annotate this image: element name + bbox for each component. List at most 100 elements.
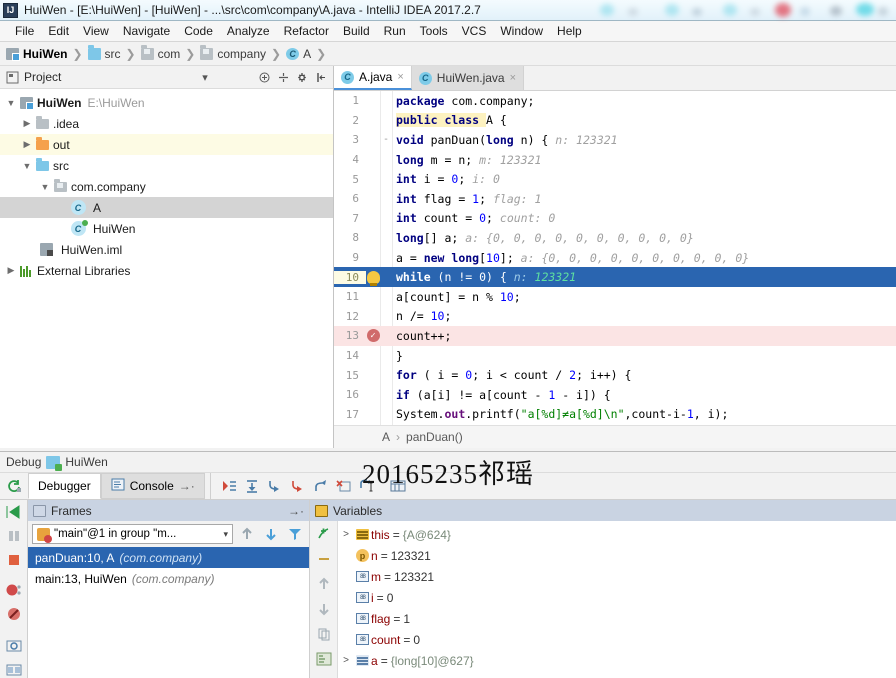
- code-line[interactable]: 2 public class A {: [334, 111, 896, 131]
- hide-panel-icon[interactable]: →·: [288, 504, 304, 518]
- tree-item-external-libraries[interactable]: ▶ External Libraries: [0, 260, 333, 281]
- debug-step-actions[interactable]: [209, 473, 408, 499]
- code-line[interactable]: 9 a = new long[10]; a: {0, 0, 0, 0, 0, 0…: [334, 248, 896, 268]
- breadcrumb-item-src[interactable]: src: [87, 44, 121, 61]
- intention-bulb-icon[interactable]: [366, 270, 380, 286]
- variable-row-i[interactable]: 88 i = 0: [338, 587, 896, 608]
- hide-icon[interactable]: [314, 70, 328, 84]
- code-line[interactable]: 11 a[count] = n % 10;: [334, 287, 896, 307]
- close-icon[interactable]: ×: [397, 71, 403, 83]
- code-line[interactable]: 5 int i = 0; i: 0: [334, 169, 896, 189]
- variables-list[interactable]: > this = {A@624} p n = 123321 88 m = 123…: [338, 521, 896, 678]
- code-line[interactable]: 1 package com.company;: [334, 91, 896, 111]
- variable-row-n[interactable]: p n = 123321: [338, 545, 896, 566]
- tab-a-java[interactable]: C A.java ×: [334, 66, 412, 90]
- code-line[interactable]: 13 ✓ count++;: [334, 326, 896, 346]
- collapse-all-icon[interactable]: [257, 70, 271, 84]
- chevron-down-icon[interactable]: ▼: [38, 182, 52, 192]
- filter-icon[interactable]: [285, 524, 305, 544]
- down-arrow-icon[interactable]: [261, 524, 281, 544]
- debug-toolbar[interactable]: Debugger Console →·: [0, 473, 896, 500]
- settings-icon[interactable]: [3, 637, 25, 655]
- dropdown-caret-icon[interactable]: ▾: [198, 70, 212, 84]
- move-down-icon[interactable]: [313, 599, 335, 619]
- tree-item-out[interactable]: ▶ out: [0, 134, 333, 155]
- code-line[interactable]: 10 while (n != 0) { n: 123321: [334, 267, 896, 287]
- inspect-icon[interactable]: [313, 649, 335, 669]
- stop-icon[interactable]: [3, 551, 25, 569]
- code-line[interactable]: 3 - void panDuan(long n) { n: 123321: [334, 130, 896, 150]
- move-up-icon[interactable]: [313, 574, 335, 594]
- breadcrumb-item-com[interactable]: com: [140, 44, 180, 61]
- code-line[interactable]: 15 for ( i = 0; i < count / 2; i++) {: [334, 365, 896, 385]
- chevron-right-icon[interactable]: ▶: [20, 118, 34, 129]
- tree-item-com-company[interactable]: ▼ com.company: [0, 176, 333, 197]
- variables-action-rail[interactable]: [310, 521, 338, 678]
- force-step-into-icon[interactable]: [288, 476, 308, 496]
- variable-row-m[interactable]: 88 m = 123321: [338, 566, 896, 587]
- code-line[interactable]: 12 n /= 10;: [334, 307, 896, 327]
- settings-gear-icon[interactable]: [295, 70, 309, 84]
- menu-item-vcs[interactable]: VCS: [455, 22, 494, 40]
- chevron-down-icon[interactable]: ▼: [20, 161, 34, 171]
- menu-item-refactor[interactable]: Refactor: [277, 22, 336, 40]
- tab-debugger[interactable]: Debugger: [28, 473, 101, 499]
- pause-program-icon[interactable]: [3, 527, 25, 545]
- code-line[interactable]: 4 long m = n; m: 123321: [334, 150, 896, 170]
- code-line[interactable]: 6 int flag = 1; flag: 1: [334, 189, 896, 209]
- thread-selector-row[interactable]: "main"@1 in group "m... ▾: [28, 521, 309, 547]
- step-over-icon[interactable]: [242, 476, 262, 496]
- chevron-down-icon[interactable]: ▾: [223, 529, 228, 540]
- variable-row-this[interactable]: > this = {A@624}: [338, 524, 896, 545]
- menu-item-tools[interactable]: Tools: [413, 22, 455, 40]
- menu-item-navigate[interactable]: Navigate: [116, 22, 177, 40]
- run-to-cursor-icon[interactable]: [357, 476, 377, 496]
- chevron-right-icon[interactable]: >: [338, 529, 354, 540]
- remove-icon[interactable]: [313, 549, 335, 569]
- view-breakpoints-icon[interactable]: [3, 581, 25, 599]
- evaluate-expression-icon[interactable]: [388, 476, 408, 496]
- breadcrumb-item-huiwen[interactable]: HuiWen: [6, 47, 67, 61]
- menu-item-view[interactable]: View: [76, 22, 116, 40]
- frame-list[interactable]: panDuan:10, A (com.company) main:13, Hui…: [28, 547, 309, 678]
- menu-item-window[interactable]: Window: [493, 22, 550, 40]
- tree-item-src[interactable]: ▼ src: [0, 155, 333, 176]
- editor-tab-bar[interactable]: C A.java × C HuiWen.java ×: [334, 66, 896, 91]
- variable-row-a[interactable]: > a = {long[10]@627}: [338, 650, 896, 671]
- menu-item-file[interactable]: File: [8, 22, 41, 40]
- code-line[interactable]: 8 long[] a; a: {0, 0, 0, 0, 0, 0, 0, 0, …: [334, 228, 896, 248]
- menu-item-analyze[interactable]: Analyze: [220, 22, 277, 40]
- tree-item-huiwen-iml[interactable]: HuiWen.iml: [0, 239, 333, 260]
- menu-bar[interactable]: File Edit View Navigate Code Analyze Ref…: [0, 21, 896, 42]
- chevron-down-icon[interactable]: ▼: [4, 98, 18, 108]
- resume-program-icon[interactable]: [3, 503, 25, 521]
- menu-item-run[interactable]: Run: [377, 22, 413, 40]
- copy-icon[interactable]: [313, 624, 335, 644]
- chevron-right-icon[interactable]: ▶: [4, 265, 18, 276]
- menu-item-code[interactable]: Code: [177, 22, 220, 40]
- breakpoint-icon[interactable]: ✓: [366, 329, 380, 343]
- menu-item-help[interactable]: Help: [550, 22, 589, 40]
- menu-item-edit[interactable]: Edit: [41, 22, 76, 40]
- tree-item-huiwen[interactable]: ▼ HuiWen E:\HuiWen: [0, 92, 333, 113]
- tree-item-class-a[interactable]: C A: [0, 197, 333, 218]
- step-into-icon[interactable]: [265, 476, 285, 496]
- drop-frame-icon[interactable]: [334, 476, 354, 496]
- tree-item-class-huiwen[interactable]: C HuiWen: [0, 218, 333, 239]
- code-line[interactable]: 17 System.out.printf("a[%d]≠a[%d]\n",cou…: [334, 405, 896, 425]
- up-arrow-icon[interactable]: [237, 524, 257, 544]
- editor-breadcrumb-class[interactable]: A: [382, 430, 390, 444]
- breadcrumb-item-class-a[interactable]: C A: [286, 47, 311, 61]
- close-icon[interactable]: ×: [510, 72, 516, 84]
- variable-row-count[interactable]: 88 count = 0: [338, 629, 896, 650]
- rerun-icon[interactable]: [0, 473, 28, 499]
- pin-icon[interactable]: →·: [179, 479, 195, 493]
- breadcrumb-item-company[interactable]: company: [200, 44, 266, 61]
- code-line[interactable]: 7 int count = 0; count: 0: [334, 209, 896, 229]
- fold-handle-icon[interactable]: -: [380, 134, 392, 145]
- editor-breadcrumb-method[interactable]: panDuan(): [406, 430, 463, 444]
- editor-breadcrumb[interactable]: A › panDuan(): [334, 425, 896, 448]
- frame-row-panduan[interactable]: panDuan:10, A (com.company): [28, 547, 309, 568]
- add-watch-icon[interactable]: [313, 524, 335, 544]
- expand-icon[interactable]: [276, 70, 290, 84]
